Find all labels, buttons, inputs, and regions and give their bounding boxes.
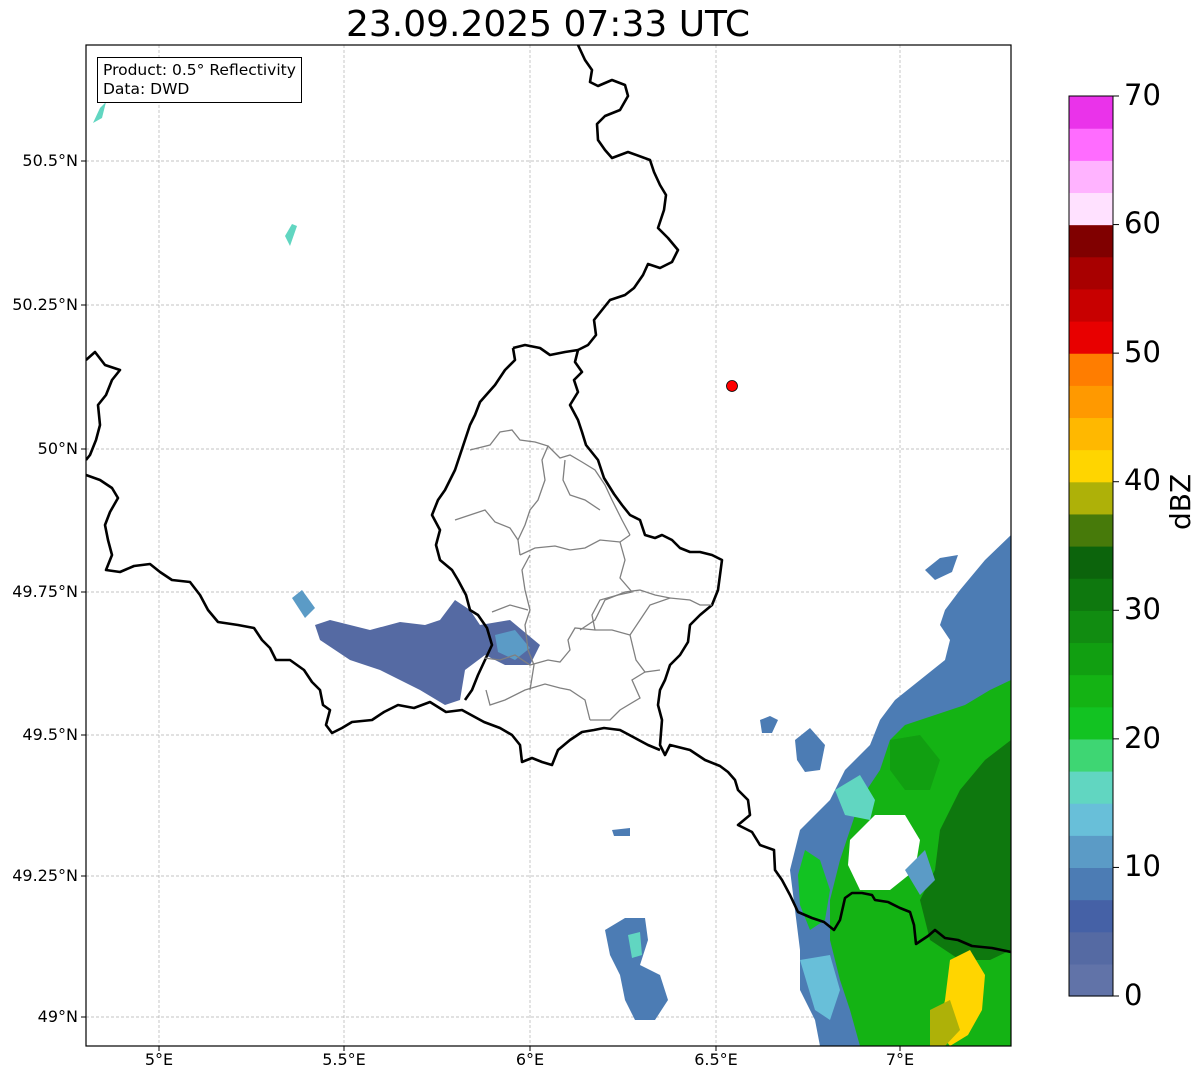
colorbar-segment [1069,256,1113,290]
colorbar-segment [1069,546,1113,579]
lat-tick-label: 49°N [37,1007,78,1026]
colorbar-segment [1069,417,1113,451]
product-info-box: Product: 0.5° Reflectivity Data: DWD [97,57,302,103]
lat-tick-label: 50.25°N [12,295,78,314]
colorbar-segment [1069,160,1113,194]
echo-nw-2 [93,102,106,123]
colorbar-tick-label: 40 [1124,463,1161,497]
colorbar-segment [1069,192,1113,226]
colorbar-tick-label: 20 [1124,721,1161,755]
colorbar-segment [1069,288,1113,322]
colorbar-segment [1069,835,1113,869]
lat-tick-label: 50.5°N [22,151,78,170]
colorbar-segment [1069,706,1113,740]
echo-sm-3 [612,828,630,836]
lat-tick-label: 49.75°N [12,582,78,601]
colorbar-unit-label: dBZ [1164,473,1197,530]
radar-map [81,44,1119,1051]
radar-echoes [93,102,1011,1046]
colorbar-segment [1069,128,1113,161]
colorbar-segment [1069,963,1113,997]
lon-tick-label: 5.5°E [322,1050,366,1069]
colorbar-tick-label: 0 [1124,978,1143,1012]
echo-ne-small [925,555,958,580]
colorbar-tick-label: 50 [1124,335,1161,369]
colorbar-segment [1069,867,1113,901]
colorbar-segment [1069,899,1113,933]
colorbar-segment [1069,385,1113,419]
colorbar-segment [1069,931,1113,965]
location-marker [726,380,738,392]
colorbar-segment [1069,353,1113,386]
product-label: Product: 0.5° Reflectivity [103,61,296,79]
colorbar-segment [1069,610,1113,644]
colorbar-segment [1069,738,1113,772]
echo-nw-1 [285,224,297,246]
echo-sm-2 [795,728,825,772]
colorbar-segment [1069,674,1113,708]
data-source-label: Data: DWD [103,80,190,98]
colorbar-segment [1069,224,1113,258]
echo-sm-1 [760,716,778,733]
lat-tick-label: 49.25°N [12,866,78,885]
colorbar-tick-label: 70 [1124,78,1161,112]
lon-tick-label: 5°E [144,1050,174,1069]
colorbar-segment [1069,513,1113,547]
colorbar-segment [1069,481,1113,515]
colorbar-segment [1069,449,1113,483]
lat-tick-label: 50°N [37,439,78,458]
colorbar-tick-label: 10 [1124,849,1161,883]
district-boundaries [454,429,712,721]
colorbar-tick-label: 60 [1124,206,1161,240]
colorbar-segment [1069,803,1113,836]
colorbar-segment [1069,321,1113,354]
colorbar-tick-label: 30 [1124,592,1161,626]
lon-tick-label: 6.5°E [694,1050,738,1069]
lon-tick-label: 6°E [515,1050,545,1069]
lon-tick-label: 7°E [885,1050,915,1069]
colorbar [1068,95,1119,997]
echo-west-small [292,590,315,618]
colorbar-segment [1069,578,1113,611]
axis-ticks [81,160,901,1051]
colorbar-segment [1069,771,1113,804]
colorbar-segment [1069,642,1113,676]
colorbar-segment [1069,96,1113,129]
lat-tick-label: 49.5°N [22,725,78,744]
